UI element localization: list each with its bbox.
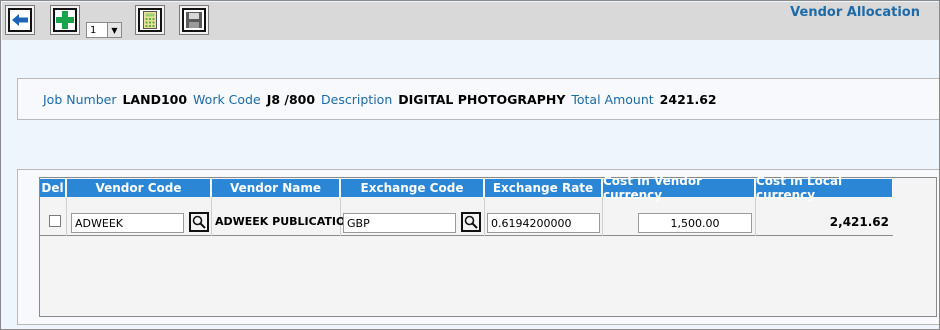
- exchange-rate-input[interactable]: [487, 213, 600, 233]
- vendor-code-input[interactable]: [71, 213, 184, 233]
- calculator-button[interactable]: [135, 5, 165, 35]
- vendor-name-value: ADWEEK PUBLICATION: [215, 215, 355, 228]
- total-amount-value: 2421.62: [659, 91, 717, 107]
- vendor-lookup-button[interactable]: [189, 212, 209, 232]
- column-header-cost-local: Cost in Local currency: [756, 174, 893, 202]
- chevron-down-icon[interactable]: ▼: [107, 23, 121, 37]
- job-number-label: Job Number: [43, 91, 117, 107]
- column-header-cost-vendor: Cost in Vendor currency: [603, 174, 755, 202]
- job-info-bar: Job Number LAND100 Work Code J8 /800 Des…: [17, 78, 939, 120]
- column-header-exchange-code: Exchange Code: [341, 179, 484, 197]
- column-header-vendor-name: Vendor Name: [212, 179, 340, 197]
- table-row: ADWEEK PUBLICATION 2,421.62: [40, 198, 893, 236]
- allocation-panel: Del Vendor Code Vendor Name Exchange Cod…: [17, 169, 939, 325]
- page-select-value: 1: [90, 24, 97, 36]
- page-title: Vendor Allocation: [790, 5, 920, 20]
- back-icon: [8, 8, 32, 32]
- description-value: DIGITAL PHOTOGRAPHY: [398, 91, 566, 107]
- work-code-value: J8 /800: [266, 91, 316, 107]
- job-number-value: LAND100: [122, 91, 188, 107]
- column-header-vendor-code: Vendor Code: [67, 179, 211, 197]
- cost-local-value: 2,421.62: [829, 215, 889, 229]
- delete-checkbox[interactable]: [49, 215, 61, 227]
- description-label: Description: [321, 91, 393, 107]
- exchange-code-input[interactable]: [343, 213, 456, 233]
- save-button[interactable]: [179, 5, 209, 35]
- magnifier-icon: [464, 215, 478, 229]
- total-amount-label: Total Amount: [571, 91, 654, 107]
- page-select[interactable]: 1 ▼: [86, 22, 122, 38]
- save-icon: [182, 8, 206, 32]
- calculator-icon: [138, 8, 162, 32]
- column-header-del: Del: [40, 179, 66, 197]
- toolbar: 1 ▼ Vendor Allocation: [2, 2, 939, 40]
- back-button[interactable]: [5, 5, 35, 35]
- cost-vendor-input[interactable]: [638, 213, 752, 233]
- add-button[interactable]: [50, 5, 80, 35]
- magnifier-icon: [192, 215, 206, 229]
- column-header-exchange-rate: Exchange Rate: [485, 179, 602, 197]
- vendor-allocation-window: 1 ▼ Vendor Allocation Job Number LAND100…: [0, 0, 940, 330]
- vendor-grid: Del Vendor Code Vendor Name Exchange Cod…: [39, 174, 937, 317]
- exchange-lookup-button[interactable]: [461, 212, 481, 232]
- work-code-label: Work Code: [193, 91, 261, 107]
- add-icon: [53, 8, 77, 32]
